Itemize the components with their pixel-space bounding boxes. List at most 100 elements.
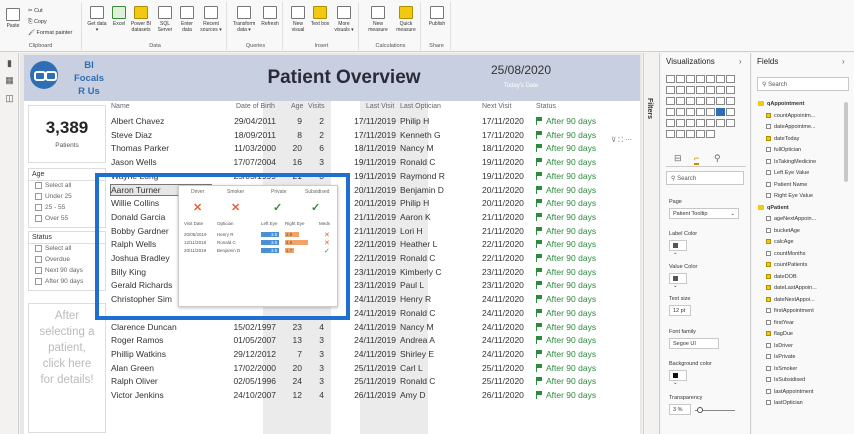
visual-type-icon[interactable] (706, 119, 715, 127)
visual-type-icon[interactable] (666, 130, 675, 138)
field-item[interactable]: countMonths (766, 250, 806, 261)
fields-search-input[interactable]: ⚲ Search (757, 77, 849, 91)
visual-type-icon[interactable] (666, 108, 675, 116)
format-painter-button[interactable]: 🖌 Format painter (28, 30, 72, 36)
col-header-last-optician[interactable]: Last Optician (400, 103, 441, 110)
filters-pane-collapsed[interactable]: Filters (643, 53, 660, 434)
age-option-25-55[interactable]: 25 - 55 (29, 203, 105, 214)
new-visual-button[interactable]: New visual (287, 6, 309, 33)
visual-type-icon[interactable] (676, 108, 685, 116)
col-header-age[interactable]: Age (291, 103, 303, 110)
analytics-magnifier-icon[interactable]: ⚲ (714, 153, 721, 164)
visual-type-icon[interactable] (666, 97, 675, 105)
page-dropdown[interactable]: Patient Tooltip ⌄ (669, 208, 739, 219)
field-item[interactable]: calcAge (766, 239, 794, 249)
power-bi-datasets-button[interactable]: Power BI datasets (130, 6, 152, 33)
slider-handle[interactable] (697, 407, 703, 413)
field-item[interactable]: Right Eye Value (766, 193, 813, 203)
visual-type-icon[interactable] (696, 119, 705, 127)
table-row[interactable]: Steve Diaz 18/09/2011 8 2 17/11/2019 Kenneth … (108, 129, 640, 143)
transform-data-button[interactable]: Transform data ▾ (231, 6, 257, 33)
visual-type-icon[interactable] (726, 75, 735, 83)
visual-type-icon[interactable] (686, 75, 695, 83)
field-item[interactable]: IsSmoker (766, 365, 797, 376)
visual-type-icon[interactable] (726, 97, 735, 105)
visual-type-icon[interactable] (666, 86, 675, 94)
visual-type-icon[interactable] (676, 119, 685, 127)
visual-type-icon[interactable] (696, 130, 705, 138)
table-row[interactable]: Jason Wells 17/07/2004 16 3 19/11/2019 Ronald… (108, 156, 640, 170)
visual-type-icon[interactable] (726, 119, 735, 127)
visual-type-icon[interactable] (676, 86, 685, 94)
field-item[interactable]: dateToday (766, 135, 799, 146)
table-row[interactable]: Thomas Parker 11/03/2000 20 6 18/11/2019 Nanc… (108, 142, 640, 156)
status-option-next-90[interactable]: Next 90 days (29, 266, 105, 277)
table-row[interactable]: Ralph Oliver 02/05/1996 24 3 25/11/2019 Ronal… (108, 375, 640, 389)
field-item[interactable]: Left Eye Value (766, 170, 809, 180)
col-header-status[interactable]: Status (536, 103, 556, 110)
label-color-picker[interactable]: ⌄ (669, 240, 687, 256)
field-item[interactable]: dateAppointme... (766, 124, 816, 134)
visual-type-icon[interactable] (686, 86, 695, 94)
visual-type-icon[interactable] (716, 97, 725, 105)
visual-type-icon[interactable] (706, 75, 715, 83)
paste-button[interactable]: Paste (2, 8, 24, 29)
field-item[interactable]: IsPrivate (766, 354, 795, 364)
text-box-button[interactable]: Text box (309, 6, 331, 27)
visual-type-icon[interactable] (706, 97, 715, 105)
field-item[interactable]: lastOptician (766, 400, 803, 410)
visual-type-icon[interactable] (666, 75, 675, 83)
field-item[interactable]: bucketAge (766, 227, 800, 238)
fields-scrollbar[interactable] (844, 102, 848, 182)
visual-type-icon[interactable] (676, 97, 685, 105)
publish-button[interactable]: Publish (426, 6, 448, 27)
status-option-select-all[interactable]: Select all (29, 244, 105, 255)
age-option-select-all[interactable]: Select all (29, 181, 105, 192)
new-measure-button[interactable]: New measure (365, 6, 391, 33)
refresh-button[interactable]: Refresh (259, 6, 281, 27)
format-roller-icon[interactable]: ⌐ (694, 153, 700, 165)
field-item[interactable]: countAppointm... (766, 112, 815, 123)
field-item[interactable]: countPatients (766, 262, 807, 272)
visual-type-icon[interactable] (696, 108, 705, 116)
visual-type-icon[interactable] (696, 86, 705, 94)
enter-data-button[interactable]: Enter data (176, 6, 198, 33)
field-item[interactable]: fullOptician (766, 147, 801, 157)
visual-type-icon[interactable] (716, 86, 725, 94)
recent-sources-button[interactable]: Recent sources ▾ (198, 6, 224, 33)
fields-tab-icon[interactable]: ⊟ (674, 153, 682, 164)
chevron-right-icon[interactable]: › (842, 57, 845, 66)
visual-type-icon[interactable] (686, 119, 695, 127)
sql-server-button[interactable]: SQL Server (154, 6, 176, 33)
col-header-name[interactable]: Name (111, 103, 130, 110)
viz-search-input[interactable]: ⚲ Search (666, 171, 744, 185)
details-hint-button[interactable]: After selecting a patient, click here fo… (28, 303, 106, 433)
chevron-right-icon[interactable]: › (739, 57, 742, 66)
data-view-icon[interactable]: ▦ (4, 75, 15, 85)
field-item[interactable]: Patient Name (766, 181, 807, 192)
report-view-icon[interactable]: ▮ (4, 58, 15, 68)
field-table[interactable]: qPatient (758, 204, 789, 215)
visual-type-icon[interactable] (696, 97, 705, 105)
col-header-visits[interactable]: Visits (308, 103, 325, 110)
text-size-input[interactable]: 12 pt (669, 305, 691, 316)
field-item[interactable]: IsSubsidised (766, 377, 805, 387)
visual-type-icon[interactable] (686, 130, 695, 138)
field-table[interactable]: qAppointment (758, 101, 804, 111)
visual-type-icon[interactable] (716, 108, 725, 116)
field-item[interactable]: flagDue (766, 331, 793, 341)
visual-type-icon[interactable] (686, 97, 695, 105)
visual-type-icon[interactable] (676, 75, 685, 83)
table-row[interactable]: Roger Ramos 01/05/2007 13 3 24/11/2019 Andrea… (108, 334, 640, 348)
font-family-dropdown[interactable]: Segoe UI (669, 338, 719, 349)
quick-measure-button[interactable]: Quick measure (393, 6, 419, 33)
value-color-picker[interactable]: ⌄ (669, 273, 687, 289)
get-data-button[interactable]: Get data ▾ (86, 6, 108, 33)
visual-type-icon[interactable] (706, 130, 715, 138)
visual-type-icon[interactable] (686, 108, 695, 116)
field-item[interactable]: IsTakingMedicine (766, 158, 816, 169)
field-item[interactable]: IsDriver (766, 342, 793, 353)
field-item[interactable]: firstYear (766, 319, 794, 330)
background-color-picker[interactable]: ⌄ (669, 370, 687, 386)
excel-button[interactable]: Excel (108, 6, 130, 27)
